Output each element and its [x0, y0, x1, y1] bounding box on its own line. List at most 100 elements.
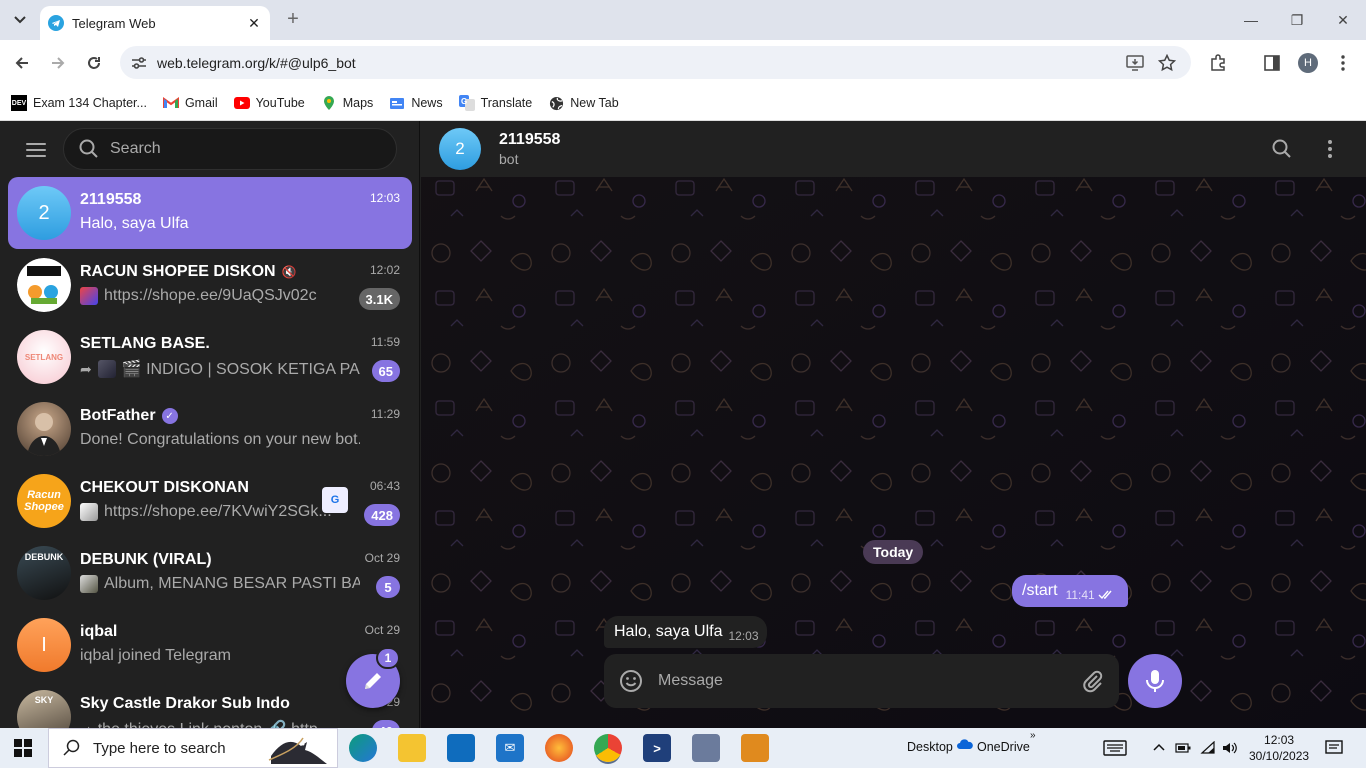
chat-name: SETLANG BASE.	[80, 335, 210, 352]
close-window-button[interactable]: ✕	[1328, 8, 1358, 32]
battery-icon[interactable]	[1175, 743, 1191, 753]
bookmark-translate[interactable]: G Translate	[458, 95, 532, 111]
onedrive-label[interactable]: OneDrive	[977, 740, 1030, 754]
unread-badge: 3.1K	[358, 288, 400, 310]
chat-name: 2119558	[80, 191, 142, 208]
site-info-icon[interactable]	[130, 54, 148, 72]
avatar-logo-text: Racun Shopee	[24, 489, 64, 513]
search-input[interactable]	[110, 140, 370, 158]
voice-record-button[interactable]	[1128, 654, 1182, 708]
chat-name: RACUN SHOPEE DISKON 🔇	[80, 263, 297, 281]
taskbar-clock[interactable]: 12:03 30/10/2023	[1249, 732, 1309, 764]
edge-icon[interactable]	[349, 734, 377, 762]
extensions-button[interactable]	[1206, 51, 1230, 75]
taskbar-search-box[interactable]: Type here to search	[48, 728, 338, 768]
clock-date: 30/10/2023	[1249, 749, 1310, 763]
compose-badge: 1	[376, 647, 400, 669]
mail-icon[interactable]: ✉	[496, 734, 524, 762]
desktop-toolbar-label[interactable]: Desktop	[907, 740, 953, 754]
store-icon[interactable]	[447, 734, 475, 762]
paperclip-icon[interactable]	[1081, 669, 1105, 693]
chat-search-box[interactable]	[63, 128, 397, 170]
forward-button[interactable]	[45, 50, 71, 76]
virtualbox-icon[interactable]	[692, 734, 720, 762]
message-input[interactable]	[658, 672, 1058, 690]
wifi-icon[interactable]	[1200, 741, 1216, 755]
bookmark-news[interactable]: News	[389, 95, 443, 111]
chevron-double-right-icon[interactable]: »	[1030, 730, 1036, 741]
chat-preview: Halo, saya Ulfa	[80, 215, 189, 232]
chat-time: 06:43	[369, 479, 400, 493]
chat-title: 2119558	[499, 131, 561, 148]
avatar: I	[17, 618, 71, 672]
bookmark-label: Maps	[342, 96, 374, 110]
install-app-icon[interactable]	[1124, 52, 1146, 74]
tab-search-button[interactable]	[8, 8, 32, 32]
chat-time: 11:59	[370, 335, 400, 349]
browser-menu-button[interactable]	[1331, 51, 1355, 75]
message-outgoing[interactable]: /start 11:41	[1012, 575, 1128, 607]
google-translate-float-icon[interactable]: G	[322, 487, 348, 513]
avatar[interactable]: 2	[439, 128, 481, 170]
message-incoming[interactable]: Halo, saya Ulfa 12:03	[604, 616, 767, 648]
chat-preview: iqbal joined Telegram	[80, 647, 231, 664]
telegram-app: 2 2119558 12:03 Halo, saya Ulfa RACUN SH…	[0, 121, 1366, 728]
verified-icon: ✓	[161, 408, 178, 424]
minimize-button[interactable]: —	[1236, 8, 1266, 32]
reload-button[interactable]	[81, 50, 107, 76]
chat-item-debunk-viral[interactable]: DEBUNK DEBUNK (VIRAL) Oct 29 Album, MENA…	[8, 537, 412, 609]
bookmark-maps[interactable]: Maps	[321, 95, 374, 111]
media-thumbnail	[80, 575, 98, 593]
gmail-icon	[162, 95, 179, 111]
bookmark-star-icon[interactable]	[1156, 52, 1178, 74]
avatar: H	[1298, 53, 1318, 73]
side-panel-button[interactable]	[1260, 51, 1284, 75]
chat-list: 2 2119558 12:03 Halo, saya Ulfa RACUN SH…	[8, 177, 412, 728]
message-text: Halo, saya Ulfa	[614, 623, 723, 640]
volume-icon[interactable]	[1222, 741, 1238, 755]
notification-icon[interactable]	[1325, 740, 1343, 756]
chat-search-button[interactable]	[1270, 137, 1294, 161]
chat-preview-text: the thieves Link nonton 🔗 http...	[98, 719, 331, 728]
reload-icon	[88, 57, 100, 69]
emoji-icon[interactable]	[618, 668, 644, 694]
back-button[interactable]	[9, 50, 35, 76]
close-tab-button[interactable]: ✕	[244, 13, 264, 33]
microphone-icon	[1146, 670, 1164, 692]
news-icon	[389, 95, 405, 111]
address-bar[interactable]: web.telegram.org/k/#@ulp6_bot	[120, 46, 1191, 79]
arrow-left-icon	[15, 57, 28, 69]
onedrive-cloud-icon[interactable]	[957, 738, 973, 750]
chevron-up-icon[interactable]	[1153, 743, 1165, 751]
hamburger-line	[26, 155, 46, 157]
bookmark-new-tab[interactable]: New Tab	[548, 95, 619, 111]
chat-item-chekout-diskonan[interactable]: Racun Shopee CHEKOUT DISKONAN 06:43 https…	[8, 465, 412, 537]
avatar: Racun Shopee	[17, 474, 71, 528]
chat-item-botfather[interactable]: BotFather ✓ 11:29 Done! Congratulations …	[8, 393, 412, 465]
bookmark-label: YouTube	[255, 96, 305, 110]
chrome-icon[interactable]	[594, 734, 622, 762]
main-menu-button[interactable]	[22, 138, 50, 162]
restore-button[interactable]: ❐	[1282, 8, 1312, 32]
bookmark-youtube[interactable]: YouTube	[233, 95, 305, 111]
chat-more-button[interactable]	[1318, 137, 1342, 161]
youtube-icon	[233, 95, 250, 111]
powershell-icon[interactable]: >	[643, 734, 671, 762]
search-icon	[1272, 139, 1291, 158]
chat-item-setlang-base[interactable]: SETLANG SETLANG BASE. 11:59 ➦ 🎬 INDIGO |…	[8, 321, 412, 393]
chat-item-racun-shopee-diskon[interactable]: RACUN SHOPEE DISKON 🔇 12:02 https://shop…	[8, 249, 412, 321]
new-tab-button[interactable]: +	[282, 8, 304, 30]
file-explorer-icon[interactable]	[398, 734, 426, 762]
windows-start-icon[interactable]	[14, 739, 32, 757]
botfather-avatar-icon	[27, 413, 61, 456]
chat-header[interactable]: 2 2119558 bot	[421, 121, 1366, 177]
keyboard-icon[interactable]	[1103, 740, 1127, 756]
bookmark-gmail[interactable]: Gmail	[162, 95, 218, 111]
profile-button[interactable]: H	[1296, 51, 1320, 75]
app-icon[interactable]	[741, 734, 769, 762]
chat-item-2119558[interactable]: 2 2119558 12:03 Halo, saya Ulfa	[8, 177, 412, 249]
avatar-logo-text: SETLANG	[24, 352, 64, 362]
browser-tab-telegram[interactable]: Telegram Web ✕	[40, 6, 270, 40]
bookmark-exam[interactable]: DEV Exam 134 Chapter...	[11, 95, 147, 111]
firefox-icon[interactable]	[545, 734, 573, 762]
